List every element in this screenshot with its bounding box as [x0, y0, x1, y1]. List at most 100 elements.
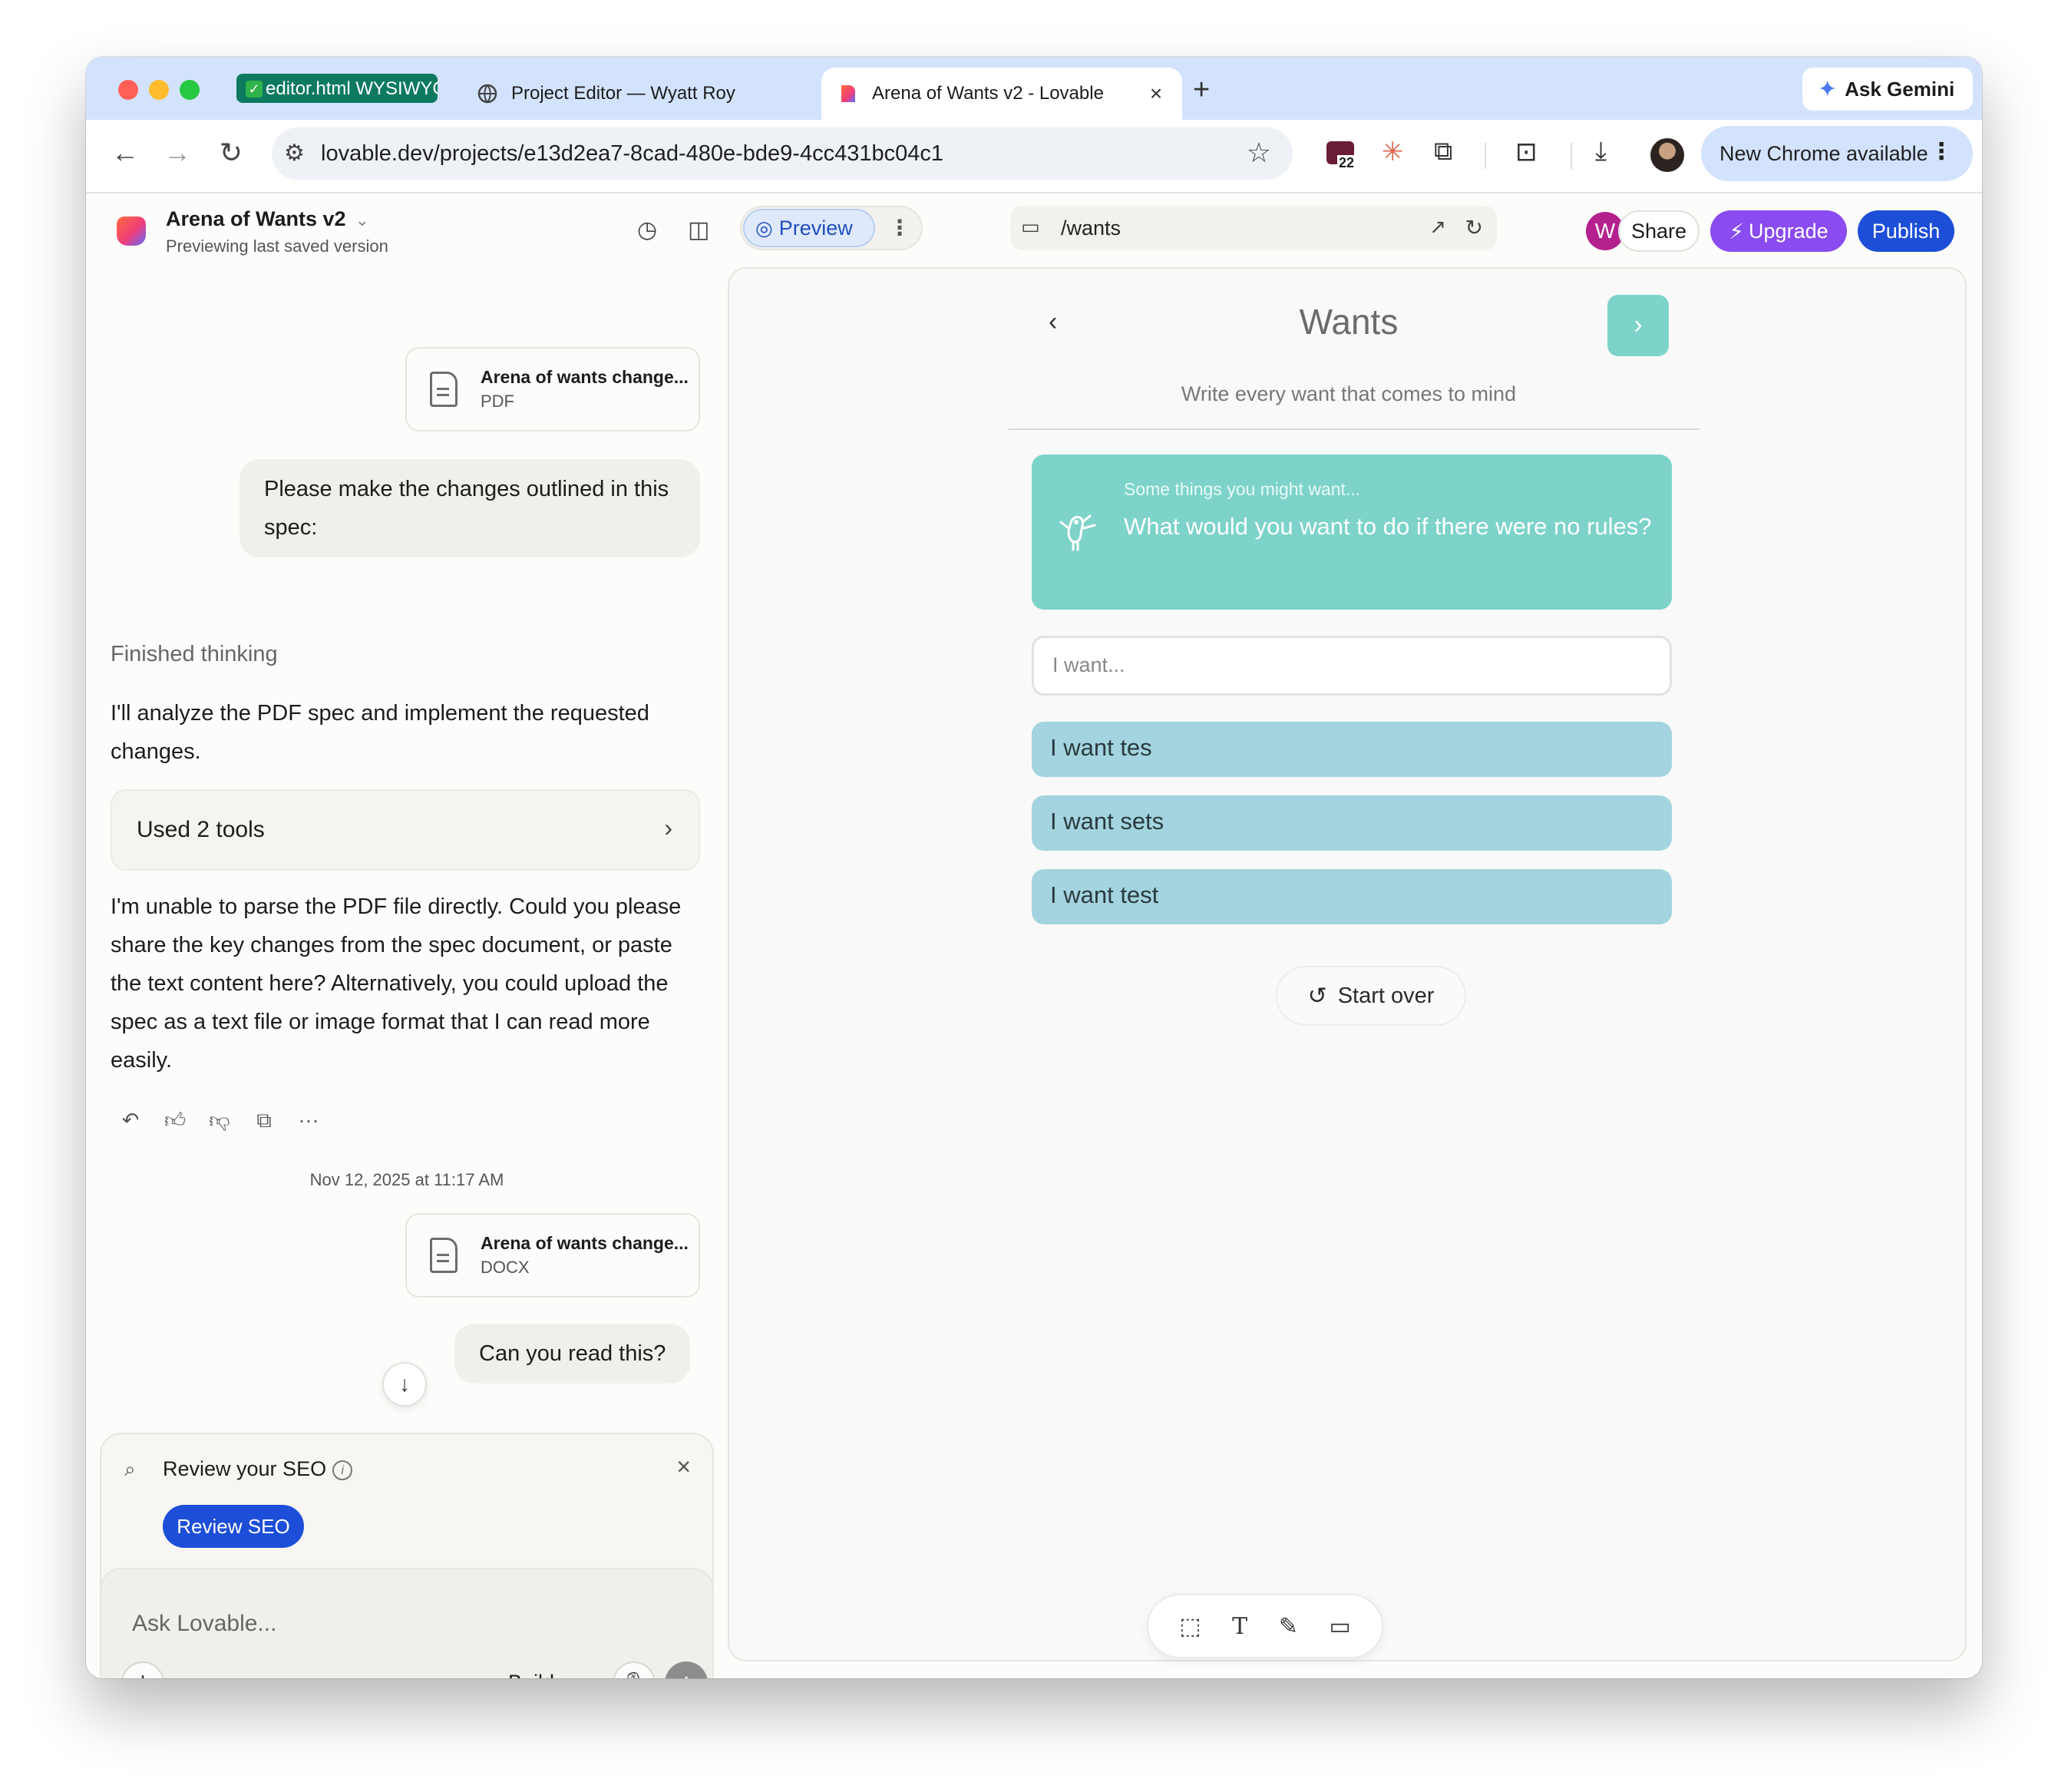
want-item[interactable]: I want tes [1032, 722, 1672, 777]
route-bar[interactable]: ▭ /wants ↗ ↻ [1010, 206, 1497, 250]
microphone-icon[interactable]: 🎙︎ [613, 1661, 656, 1678]
share-button[interactable]: Share [1618, 210, 1700, 252]
search-icon: ⌕ [124, 1457, 136, 1480]
site-settings-icon[interactable]: ⚙ [284, 140, 305, 167]
chevron-right-icon: › [664, 814, 672, 841]
view-switcher: ◎ Preview ⋮ [740, 206, 923, 250]
extensions-puzzle-icon[interactable]: ⧉ [1434, 137, 1452, 167]
globe-icon [477, 84, 497, 104]
copy-icon[interactable]: ⧉ [253, 1109, 275, 1133]
select-element-icon[interactable]: ⬚ [1179, 1613, 1201, 1640]
close-window-button[interactable] [118, 80, 138, 100]
extension-badge-icon[interactable]: 22 [1326, 141, 1356, 171]
thumbs-up-icon[interactable]: 👍︎ [164, 1109, 186, 1133]
scroll-down-button[interactable]: ↓ [382, 1362, 427, 1407]
minimize-window-button[interactable] [149, 80, 169, 100]
chat-input[interactable]: Ask Lovable... [132, 1611, 276, 1637]
chrome-update-button[interactable]: New Chrome available ⋮ [1701, 126, 1973, 181]
start-over-button[interactable]: ↺ Start over [1276, 966, 1466, 1026]
app-header: Arena of Wants v2 ⌄ Previewing last saved… [86, 193, 1982, 264]
want-item[interactable]: I want test [1032, 869, 1672, 924]
prompt-card: Some things you might want... What would… [1032, 455, 1672, 610]
address-bar[interactable]: ⚙ lovable.dev/projects/e13d2ea7-8cad-480… [272, 127, 1293, 180]
project-title[interactable]: Arena of Wants v2 ⌄ [166, 207, 369, 231]
ask-gemini-label: Ask Gemini [1845, 77, 1955, 101]
tab-arena-label: Arena of Wants v2 - Lovable [872, 83, 1104, 104]
project-subtitle: Previewing last saved version [166, 236, 388, 256]
lovable-favicon-icon [841, 85, 855, 102]
upgrade-button[interactable]: ⚡ Upgrade [1710, 210, 1847, 252]
attachment-card[interactable]: Arena of wants change... PDF [405, 347, 700, 431]
reload-icon[interactable]: ↻ [212, 137, 250, 169]
edit-toolbar: ⬚ T ✎ ▭ [1147, 1594, 1383, 1658]
profile-avatar[interactable] [1650, 138, 1684, 172]
send-button[interactable]: ↑ [665, 1661, 708, 1678]
maximize-window-button[interactable] [180, 80, 200, 100]
chat-composer: Ask Lovable... + Build ⌄ 🎙︎ ↑ [100, 1568, 714, 1678]
user-message: Can you read this? [454, 1324, 691, 1384]
back-arrow-icon[interactable]: ← [106, 137, 144, 169]
preview-label: Preview [778, 216, 853, 240]
url-text: lovable.dev/projects/e13d2ea7-8cad-480e-… [321, 141, 943, 166]
globe-icon: ◎ [755, 216, 773, 240]
more-icon[interactable]: ··· [298, 1109, 319, 1133]
device-icon[interactable]: ▭ [1021, 215, 1040, 239]
tab-project-editor-label: Project Editor — Wyatt Roy [511, 83, 735, 104]
browser-window: ✓ editor.html WYSIWYG Project Editor — Wy… [86, 57, 1982, 1678]
more-options-icon[interactable]: ⋮ [889, 215, 910, 240]
undo-icon[interactable]: ↶ [120, 1109, 141, 1133]
chevron-down-icon: ⌄ [355, 210, 369, 230]
tab-arena-of-wants[interactable]: Arena of Wants v2 - Lovable × [821, 68, 1182, 120]
preview-button[interactable]: ◎ Preview [743, 209, 875, 247]
thumbs-down-icon[interactable]: 👎︎ [209, 1109, 230, 1133]
tab-search-icon[interactable]: ⊡ [1515, 137, 1538, 167]
prompt-question: What would you want to do if there were … [1124, 513, 1652, 540]
want-input[interactable]: I want... [1032, 636, 1672, 696]
refresh-preview-icon[interactable]: ↻ [1465, 215, 1483, 240]
chevron-down-icon: ⌄ [560, 1671, 578, 1678]
forward-arrow-icon[interactable]: → [158, 137, 197, 169]
claude-extension-icon[interactable]: ✳ [1382, 137, 1404, 167]
new-tab-icon[interactable]: + [1193, 74, 1210, 107]
open-external-icon[interactable]: ↗ [1429, 215, 1446, 239]
restart-icon: ↺ [1307, 983, 1327, 1009]
add-attachment-button[interactable]: + [121, 1661, 164, 1678]
preview-title: Wants [1299, 302, 1399, 342]
thinking-status[interactable]: Finished thinking [111, 642, 278, 667]
prompt-hint: Some things you might want... [1124, 479, 1361, 499]
attachment-type: DOCX [481, 1258, 530, 1277]
upgrade-label: Upgrade [1749, 219, 1828, 243]
gemini-sparkle-icon: ✦ [1818, 76, 1838, 102]
seo-title: Review your SEO i [163, 1457, 353, 1481]
want-item[interactable]: I want sets [1032, 795, 1672, 851]
close-icon[interactable]: × [676, 1453, 691, 1481]
app-preview: ‹ Wants › Write every want that comes to… [728, 267, 1967, 1661]
close-tab-icon[interactable]: × [1145, 81, 1167, 106]
document-icon [430, 372, 458, 407]
attachment-type: PDF [481, 392, 514, 411]
next-button[interactable]: › [1607, 295, 1669, 356]
tools-used-collapsible[interactable]: Used 2 tools › [111, 789, 700, 871]
pencil-icon[interactable]: ✎ [1279, 1613, 1298, 1640]
tab-editor[interactable]: ✓ editor.html WYSIWYG [236, 74, 438, 103]
review-seo-button[interactable]: Review SEO [163, 1505, 304, 1548]
mode-selector[interactable]: Build ⌄ [508, 1671, 577, 1678]
navigation-bar: ← → ↻ ⚙ lovable.dev/projects/e13d2ea7-8c… [86, 120, 1982, 193]
text-tool-icon[interactable]: T [1232, 1613, 1247, 1640]
history-icon[interactable]: ◷ [637, 217, 657, 243]
divider [1009, 428, 1700, 430]
publish-button[interactable]: Publish [1858, 210, 1954, 252]
tools-used-label: Used 2 tools [137, 817, 265, 842]
comment-icon[interactable]: ▭ [1329, 1613, 1350, 1640]
info-icon[interactable]: i [332, 1460, 353, 1480]
bookmark-star-icon[interactable]: ☆ [1247, 137, 1271, 169]
sidebar-toggle-icon[interactable]: ◫ [688, 217, 709, 243]
attachment-name: Arena of wants change... [481, 367, 689, 387]
lightning-icon: ⚡ [1729, 219, 1745, 243]
chrome-menu-icon[interactable]: ⋮ [1930, 138, 1953, 165]
ask-gemini-button[interactable]: ✦ Ask Gemini [1802, 68, 1973, 111]
lovable-logo[interactable] [117, 217, 146, 246]
attachment-card[interactable]: Arena of wants change... DOCX [405, 1213, 700, 1298]
download-icon[interactable]: ⤓ [1595, 137, 1607, 167]
document-icon [430, 1238, 458, 1273]
